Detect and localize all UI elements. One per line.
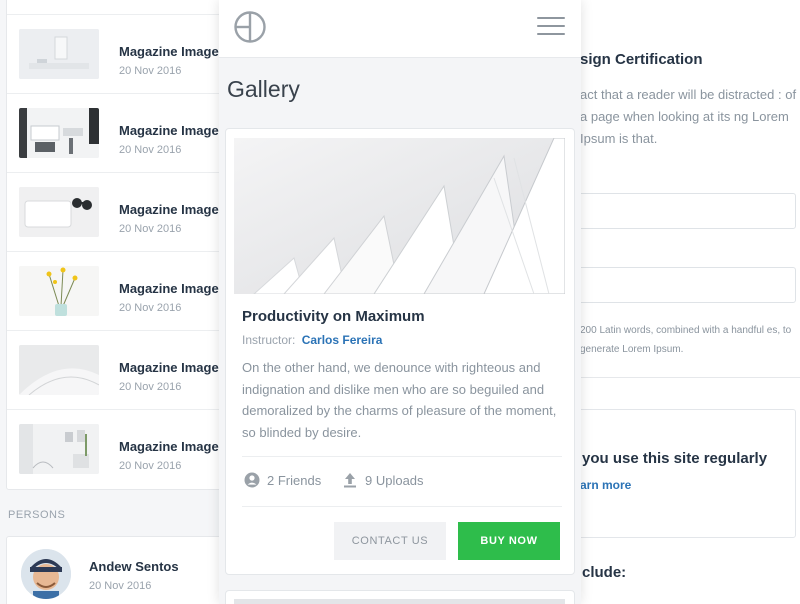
avatar (21, 549, 71, 599)
list-item-partial (7, 0, 230, 15)
info-box (560, 409, 796, 538)
learn-more-link[interactable]: arn more (580, 478, 631, 492)
persons-section-label: PERSONS (8, 509, 66, 521)
person-name: Andew Sentos (89, 559, 179, 574)
list-item-date: 20 Nov 2016 (119, 460, 182, 472)
contact-us-button[interactable]: CONTACT US (334, 522, 446, 560)
text-input-1[interactable] (560, 193, 796, 229)
list-item-date: 20 Nov 2016 (119, 381, 182, 393)
card-description: On the other hand, we denounce with righ… (242, 360, 557, 440)
list-item-date: 20 Nov 2016 (119, 144, 182, 156)
list-item-title: Magazine Image (119, 281, 219, 296)
helper-text: 200 Latin words, combined with a handful… (580, 325, 792, 355)
include-heading: clude: (582, 564, 627, 581)
buy-now-button[interactable]: BUY NOW (458, 522, 560, 560)
app-header (219, 0, 581, 58)
right-content-panel: sign Certification act that a reader wil… (560, 0, 800, 604)
next-card-partial (225, 590, 575, 604)
uploads-stat[interactable]: 9 Uploads (342, 472, 424, 488)
left-list-panel: Magazine Image 20 Nov 2016 Magazine Imag… (0, 0, 235, 604)
page-title: Gallery (227, 76, 300, 102)
list-item-title: Magazine Image (119, 439, 219, 454)
room-photo-icon (19, 424, 99, 474)
flowers-photo-icon (19, 266, 99, 316)
friends-count: 2 Friends (267, 472, 322, 488)
instructor-row: Instructor: Carlos Fereira (242, 333, 382, 347)
list-item-date: 20 Nov 2016 (119, 223, 182, 235)
certification-heading: sign Certification (580, 51, 703, 68)
text-input-2[interactable] (560, 267, 796, 303)
course-card: Productivity on Maximum Instructor: Carl… (225, 128, 575, 575)
friends-stat[interactable]: 2 Friends (244, 472, 321, 488)
hamburger-menu-icon[interactable] (537, 17, 565, 37)
list-item-title: Magazine Image (119, 44, 219, 59)
list-item-date: 20 Nov 2016 (119, 302, 182, 314)
divider (242, 506, 562, 507)
list-item[interactable]: Magazine Image 20 Nov 2016 (7, 173, 230, 252)
magazine-list: Magazine Image 20 Nov 2016 Magazine Imag… (6, 0, 231, 490)
list-item-title: Magazine Image (119, 202, 219, 217)
list-item-title: Magazine Image (119, 360, 219, 375)
certification-text: act that a reader will be distracted : o… (580, 87, 797, 146)
info-box-heading: you use this site regularly (582, 450, 768, 467)
keyboard-photo-icon (19, 187, 99, 237)
list-item[interactable]: Magazine Image 20 Nov 2016 (7, 252, 230, 331)
architecture-photo-icon (19, 345, 99, 395)
instructor-label: Instructor: (242, 333, 296, 347)
card-image (234, 138, 565, 294)
logo-icon[interactable] (233, 10, 267, 44)
person-date: 20 Nov 2016 (89, 580, 152, 592)
list-item[interactable]: Magazine Image 20 Nov 2016 (7, 94, 230, 173)
list-item-title: Magazine Image (119, 123, 219, 138)
divider (242, 456, 562, 457)
card-image (234, 599, 565, 604)
divider (560, 377, 800, 378)
uploads-count: 9 Uploads (365, 472, 424, 488)
person-card[interactable]: Andew Sentos 20 Nov 2016 (6, 536, 231, 604)
card-title: Productivity on Maximum (242, 308, 425, 325)
desk-photo-icon (19, 29, 99, 79)
list-item[interactable]: Magazine Image 20 Nov 2016 (7, 15, 230, 94)
list-item[interactable]: Magazine Image 20 Nov 2016 (7, 410, 230, 489)
list-item[interactable]: Magazine Image 20 Nov 2016 (7, 331, 230, 410)
user-icon (244, 472, 260, 488)
upload-icon (344, 473, 356, 488)
office-photo-icon (19, 108, 99, 158)
phone-gallery-screen: Gallery Productivity on Maximum Instruct… (219, 0, 581, 604)
instructor-link[interactable]: Carlos Fereira (302, 333, 383, 347)
list-item-date: 20 Nov 2016 (119, 65, 182, 77)
